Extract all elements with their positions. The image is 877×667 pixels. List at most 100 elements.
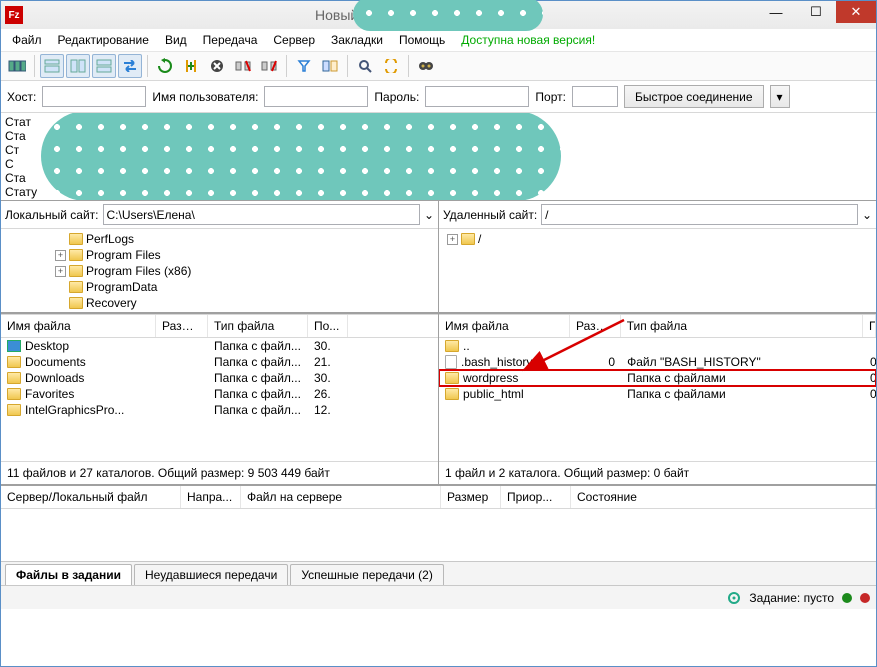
host-input[interactable]: [42, 86, 146, 107]
quickconnect-history-button[interactable]: ▾: [770, 85, 790, 108]
expander-icon[interactable]: +: [447, 234, 458, 245]
toggle-queue-button[interactable]: [118, 54, 142, 78]
activity-led-icon: [842, 593, 852, 603]
queue-col-direction[interactable]: Напра...: [181, 486, 241, 508]
folder-icon: [445, 372, 459, 384]
menu-transfer[interactable]: Передача: [196, 31, 265, 49]
local-tree[interactable]: PerfLogs+Program Files+Program Files (x8…: [1, 229, 438, 312]
remote-file-header[interactable]: Имя файла Размер Тип файла Посл...: [439, 314, 876, 338]
close-button[interactable]: ✕: [836, 1, 876, 23]
queue-pane: Сервер/Локальный файл Напра... Файл на с…: [1, 485, 876, 561]
queue-col-status[interactable]: Состояние: [571, 486, 876, 508]
tree-node[interactable]: Recovery: [5, 295, 434, 311]
toggle-log-button[interactable]: [40, 54, 64, 78]
tree-label: ProgramData: [86, 279, 157, 295]
folder-icon: [7, 356, 21, 368]
file-row[interactable]: wordpressПапка с файлами06.11.: [439, 370, 876, 386]
file-row[interactable]: FavoritesПапка с файл...26.: [1, 386, 438, 402]
file-row[interactable]: Desktop Папка с файл...30.: [1, 338, 438, 354]
local-path-input[interactable]: [103, 204, 420, 225]
file-row[interactable]: DocumentsПапка с файл...21.: [1, 354, 438, 370]
tab-successful-transfers[interactable]: Успешные передачи (2): [290, 564, 444, 585]
col-name[interactable]: Имя файла: [439, 315, 570, 337]
col-size[interactable]: Размер: [156, 315, 208, 337]
menu-bookmarks[interactable]: Закладки: [324, 31, 390, 49]
tab-queued-files[interactable]: Файлы в задании: [5, 564, 132, 585]
refresh-button[interactable]: [153, 54, 177, 78]
search-button[interactable]: [353, 54, 377, 78]
file-type: Папка с файлами: [621, 386, 864, 402]
queue-col-remote[interactable]: Файл на сервере: [241, 486, 441, 508]
toggle-local-tree-button[interactable]: [66, 54, 90, 78]
file-type: Папка с файл...: [208, 338, 308, 354]
menu-server[interactable]: Сервер: [266, 31, 322, 49]
remote-path-input[interactable]: [541, 204, 858, 225]
reconnect-button[interactable]: [257, 54, 281, 78]
gear-icon[interactable]: [727, 591, 741, 605]
find-button[interactable]: [414, 54, 438, 78]
col-modified[interactable]: Посл...: [863, 315, 876, 337]
remote-tree[interactable]: +/: [439, 229, 876, 312]
menu-file[interactable]: Файл: [5, 31, 49, 49]
file-modified: 30.: [308, 338, 438, 354]
queue-status-text: Задание: пусто: [749, 591, 834, 605]
quickconnect-button[interactable]: Быстрое соединение: [624, 85, 764, 108]
redaction-overlay: [353, 0, 543, 31]
file-type: Папка с файл...: [208, 386, 308, 402]
tree-node[interactable]: +Program Files: [5, 247, 434, 263]
password-input[interactable]: [425, 86, 529, 107]
toggle-remote-tree-button[interactable]: [92, 54, 116, 78]
queue-col-priority[interactable]: Приор...: [501, 486, 571, 508]
message-log[interactable]: Стат Ста Ст С Ста Стату: [1, 113, 876, 201]
file-row[interactable]: ..: [439, 338, 876, 354]
file-type: Папка с файл...: [208, 354, 308, 370]
menu-help[interactable]: Помощь: [392, 31, 452, 49]
remote-status: 1 файл и 2 каталога. Общий размер: 0 бай…: [439, 461, 876, 484]
file-row[interactable]: IntelGraphicsPro...Папка с файл...12.: [1, 402, 438, 418]
cancel-button[interactable]: [205, 54, 229, 78]
col-modified[interactable]: По...: [308, 315, 348, 337]
local-file-header[interactable]: Имя файла Размер Тип файла По...: [1, 314, 438, 338]
expander-icon[interactable]: +: [55, 250, 66, 261]
disconnect-button[interactable]: [231, 54, 255, 78]
port-input[interactable]: [572, 86, 618, 107]
tree-label: Program Files (x86): [86, 263, 191, 279]
menu-view[interactable]: Вид: [158, 31, 194, 49]
site-manager-button[interactable]: [5, 54, 29, 78]
file-type: Папка с файл...: [208, 370, 308, 386]
tree-node[interactable]: ProgramData: [5, 279, 434, 295]
expander-icon[interactable]: +: [55, 266, 66, 277]
local-file-list[interactable]: DesktopПапка с файл...30.DocumentsПапка …: [1, 338, 438, 461]
remote-file-list[interactable]: ...bash_history0Файл "BASH_HISTORY"06.11…: [439, 338, 876, 461]
tree-node[interactable]: +/: [443, 231, 872, 247]
process-queue-button[interactable]: [179, 54, 203, 78]
file-row[interactable]: .bash_history0Файл "BASH_HISTORY"06.11.: [439, 354, 876, 370]
sync-browsing-button[interactable]: [379, 54, 403, 78]
col-type[interactable]: Тип файла: [208, 315, 308, 337]
file-name: Desktop: [25, 338, 69, 354]
tree-node[interactable]: + Program Files (x86): [5, 263, 434, 279]
maximize-button[interactable]: ☐: [796, 1, 836, 23]
tab-failed-transfers[interactable]: Неудавшиеся передачи: [134, 564, 288, 585]
queue-col-server[interactable]: Сервер/Локальный файл: [1, 486, 181, 508]
col-type[interactable]: Тип файла: [621, 315, 863, 337]
col-size[interactable]: Размер: [570, 315, 621, 337]
menu-update-available[interactable]: Доступна новая версия!: [454, 31, 602, 49]
dropdown-icon[interactable]: ⌄: [862, 208, 872, 222]
filter-button[interactable]: [292, 54, 316, 78]
folder-icon: [461, 233, 475, 245]
remote-pane: Удаленный сайт: ⌄ +/: [438, 201, 876, 312]
dropdown-icon[interactable]: ⌄: [424, 208, 434, 222]
menu-edit[interactable]: Редактирование: [51, 31, 156, 49]
minimize-button[interactable]: —: [756, 1, 796, 23]
file-name: Downloads: [25, 370, 84, 386]
tree-node[interactable]: PerfLogs: [5, 231, 434, 247]
folder-icon: [69, 297, 83, 309]
compare-button[interactable]: [318, 54, 342, 78]
file-modified: 06.11.: [864, 354, 876, 370]
file-row[interactable]: public_htmlПапка с файлами06.11.: [439, 386, 876, 402]
queue-col-size[interactable]: Размер: [441, 486, 501, 508]
col-name[interactable]: Имя файла: [1, 315, 156, 337]
username-input[interactable]: [264, 86, 368, 107]
file-row[interactable]: DownloadsПапка с файл...30.: [1, 370, 438, 386]
